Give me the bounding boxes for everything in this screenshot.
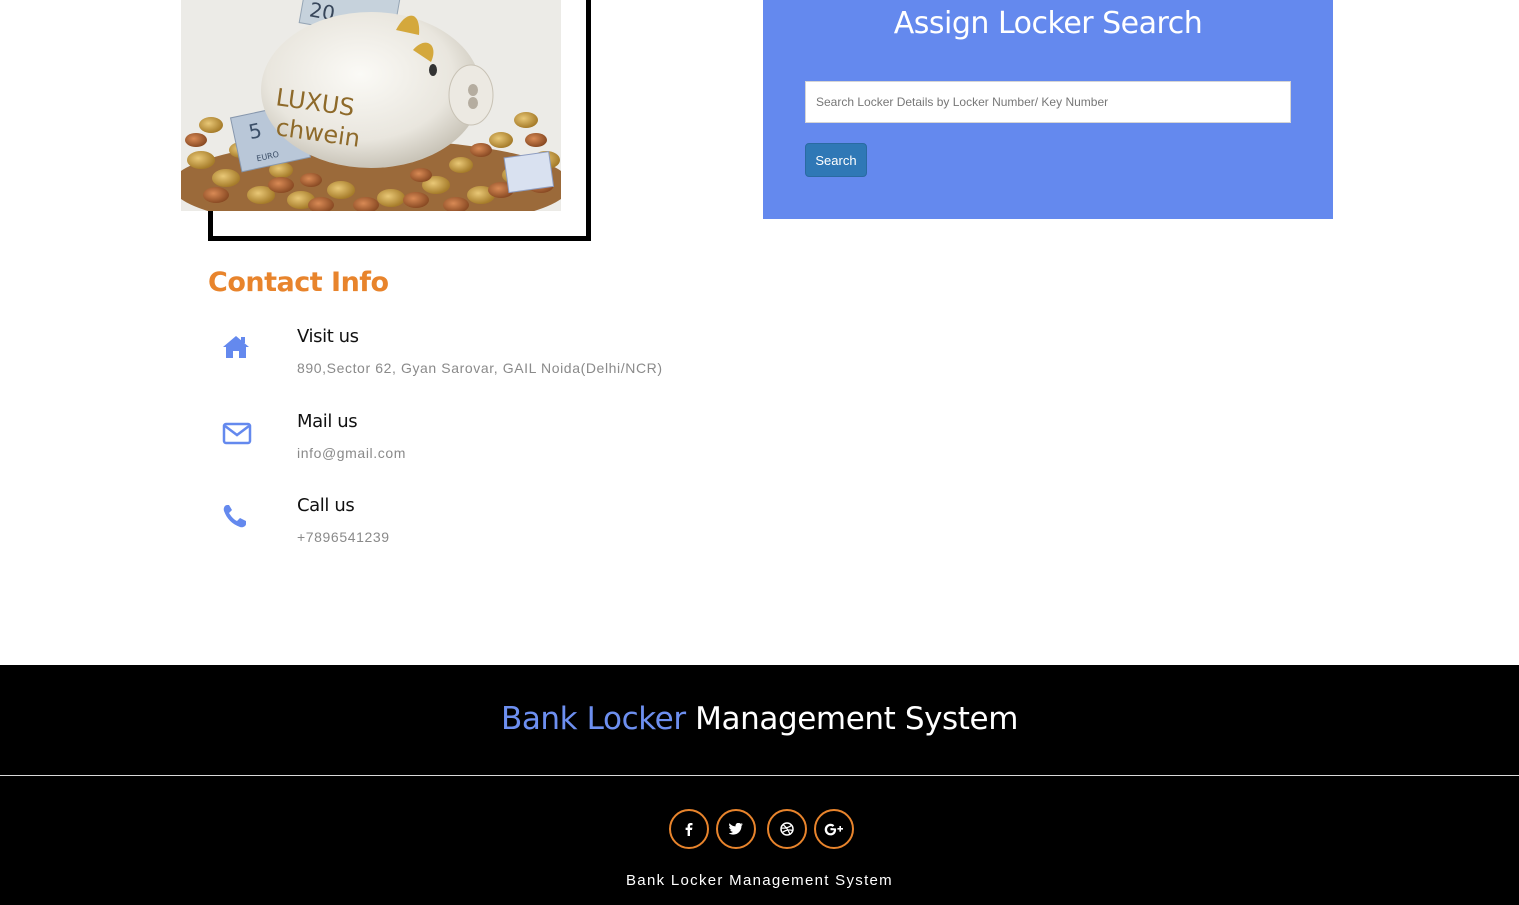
search-input[interactable]: [805, 81, 1291, 123]
contact-phone[interactable]: +7896541239: [297, 529, 390, 545]
search-panel: Assign Locker Search Search: [763, 0, 1333, 219]
google-plus-icon: [824, 823, 843, 836]
twitter-button[interactable]: [716, 809, 756, 849]
contact-item-visit: Visit us 890,Sector 62, Gyan Sarovar, GA…: [208, 326, 708, 396]
facebook-icon: [685, 823, 693, 836]
footer-title: Bank Locker Management System: [0, 701, 1519, 737]
contact-heading: Contact Info: [208, 267, 389, 298]
footer-title-rest: Management System: [695, 701, 1019, 737]
search-title: Assign Locker Search: [893, 6, 1203, 41]
home-icon: [222, 334, 252, 362]
contact-item-call: Call us +7896541239: [208, 495, 708, 565]
phone-icon: [222, 503, 252, 531]
contact-address: 890,Sector 62, Gyan Sarovar, GAIL Noida(…: [297, 360, 663, 376]
contact-label: Call us: [297, 495, 355, 516]
dribbble-icon: [780, 822, 794, 836]
page: 5 EURO 20 LUXUS chwein Assign Locker Sea…: [0, 0, 1519, 905]
dribbble-button[interactable]: [767, 809, 807, 849]
social-links: [669, 809, 859, 849]
footer: Bank Locker Management System Bank Locke…: [0, 665, 1519, 905]
piggy-bank-image: 5 EURO 20 LUXUS chwein: [181, 0, 561, 211]
twitter-icon: [729, 823, 743, 835]
facebook-button[interactable]: [669, 809, 709, 849]
contact-label: Visit us: [297, 326, 359, 347]
google-plus-button[interactable]: [814, 809, 854, 849]
contact-label: Mail us: [297, 411, 358, 432]
contact-email[interactable]: info@gmail.com: [297, 445, 406, 461]
envelope-icon: [222, 419, 252, 447]
footer-copyright: Bank Locker Management System: [626, 872, 893, 889]
footer-title-accent: Bank Locker: [500, 701, 686, 737]
contact-item-mail: Mail us info@gmail.com: [208, 411, 708, 481]
search-button[interactable]: Search: [805, 143, 867, 177]
footer-divider: [0, 775, 1519, 776]
